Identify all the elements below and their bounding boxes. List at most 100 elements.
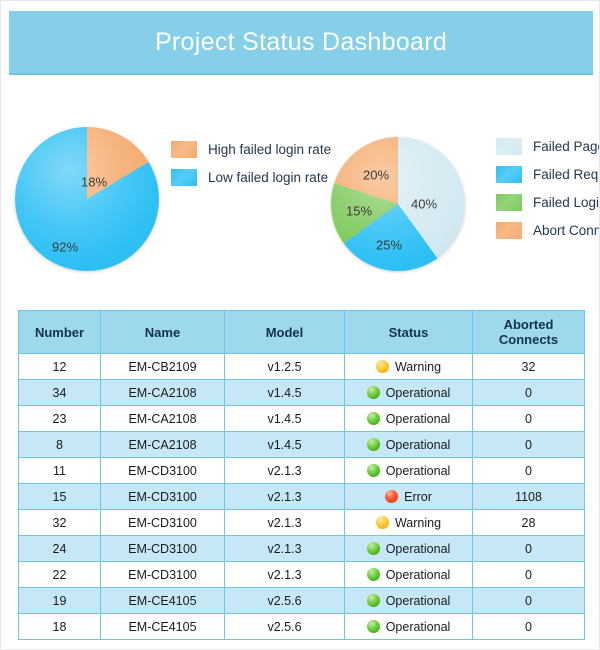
- status-label: Error: [404, 489, 432, 504]
- cell-status: Operational: [344, 431, 473, 458]
- pie-chart-1: [15, 127, 159, 271]
- legend-label: Failed Login: [533, 194, 600, 210]
- column-header-model[interactable]: Model: [224, 310, 345, 354]
- table-row[interactable]: 22 EM-CD3100 v2.1.3 Operational 0: [18, 561, 585, 588]
- cell-aborted-connects: 28: [472, 509, 585, 536]
- cell-status: Warning: [344, 509, 473, 536]
- cell-number: 18: [18, 613, 101, 640]
- cell-name: EM-CE4105: [100, 613, 225, 640]
- table-row[interactable]: 11 EM-CD3100 v2.1.3 Operational 0: [18, 457, 585, 484]
- cell-aborted-connects: 0: [472, 613, 585, 640]
- cell-status: Operational: [344, 379, 473, 406]
- cell-model: v2.5.6: [224, 613, 345, 640]
- table-row[interactable]: 23 EM-CA2108 v1.4.5 Operational 0: [18, 405, 585, 432]
- table-row[interactable]: 19 EM-CE4105 v2.5.6 Operational 0: [18, 587, 585, 614]
- legend-label: Failed Pages: [533, 138, 599, 154]
- status-label: Operational: [385, 541, 451, 556]
- status-indicator-icon: [366, 568, 380, 581]
- legend-item[interactable]: Abort Connects: [496, 216, 600, 244]
- cell-name: EM-CD3100: [100, 483, 225, 510]
- cell-status: Operational: [344, 535, 473, 562]
- pie-slice-label: 20%: [362, 167, 390, 183]
- cell-status: Operational: [344, 587, 473, 614]
- cell-aborted-connects: 0: [472, 457, 585, 484]
- cell-model: v2.1.3: [224, 509, 345, 536]
- cell-aborted-connects: 0: [472, 535, 585, 562]
- cell-model: v1.2.5: [224, 353, 345, 380]
- legend-swatch-icon: [496, 221, 522, 239]
- table-row[interactable]: 8 EM-CA2108 v1.4.5 Operational 0: [18, 431, 585, 458]
- column-header-number[interactable]: Number: [18, 310, 101, 354]
- cell-status: Operational: [344, 405, 473, 432]
- status-indicator-icon: [366, 464, 380, 477]
- cell-model: v2.1.3: [224, 483, 345, 510]
- status-label: Operational: [385, 567, 451, 582]
- cell-aborted-connects: 1108: [472, 483, 585, 510]
- column-header-aborted[interactable]: Aborted Connects: [472, 310, 585, 354]
- cell-number: 12: [18, 353, 101, 380]
- pie-slice-label: 18%: [80, 174, 108, 190]
- cell-aborted-connects: 32: [472, 353, 585, 380]
- table-header-row: Number Name Model Status Aborted Connect…: [18, 310, 585, 354]
- status-indicator-icon: [366, 542, 380, 555]
- column-header-status[interactable]: Status: [344, 310, 473, 354]
- cell-status: Operational: [344, 561, 473, 588]
- cell-name: EM-CD3100: [100, 509, 225, 536]
- legend-item[interactable]: Failed Pages: [496, 132, 599, 160]
- cell-model: v2.5.6: [224, 587, 345, 614]
- status-indicator-icon: [375, 516, 389, 529]
- legend-swatch-icon: [171, 168, 197, 186]
- cell-number: 19: [18, 587, 101, 614]
- cell-name: EM-CD3100: [100, 561, 225, 588]
- status-indicator-icon: [375, 360, 389, 373]
- cell-number: 32: [18, 509, 101, 536]
- legend-label: High failed login rate: [208, 141, 332, 157]
- legend-item[interactable]: Low failed login rate: [171, 163, 331, 191]
- table-row[interactable]: 24 EM-CD3100 v2.1.3 Operational 0: [18, 535, 585, 562]
- legend-item[interactable]: High failed login rate: [171, 135, 331, 163]
- status-indicator-icon: [366, 438, 380, 451]
- cell-model: v1.4.5: [224, 379, 345, 406]
- legend-swatch-icon: [496, 137, 522, 155]
- table-row[interactable]: 12 EM-CB2109 v1.2.5 Warning 32: [18, 353, 585, 380]
- status-indicator-icon: [385, 490, 399, 503]
- cell-status: Operational: [344, 457, 473, 484]
- table-body: 12 EM-CB2109 v1.2.5 Warning 32 34 EM-CA2108 v1.…: [18, 353, 585, 640]
- charts-section: 18% 92% High failed login rate Low faile…: [1, 111, 600, 291]
- status-indicator-icon: [366, 412, 380, 425]
- legend-item[interactable]: Failed Login: [496, 188, 600, 216]
- cell-name: EM-CD3100: [100, 535, 225, 562]
- cell-aborted-connects: 0: [472, 379, 585, 406]
- table-row[interactable]: 32 EM-CD3100 v2.1.3 Warning 28: [18, 509, 585, 536]
- status-label: Operational: [385, 463, 451, 478]
- failure-breakdown-chart: 40% 25% 15% 20%: [331, 137, 465, 271]
- legend-failed-login-rate: High failed login rate Low failed login …: [171, 135, 331, 191]
- table-row[interactable]: 15 EM-CD3100 v2.1.3 Error 1108: [18, 483, 585, 510]
- header-banner: Project Status Dashboard: [9, 11, 593, 75]
- cell-aborted-connects: 0: [472, 587, 585, 614]
- cell-number: 34: [18, 379, 101, 406]
- pie-slice-label: 25%: [375, 237, 403, 253]
- cell-model: v1.4.5: [224, 405, 345, 432]
- cell-name: EM-CB2109: [100, 353, 225, 380]
- status-table: Number Name Model Status Aborted Connect…: [18, 310, 585, 640]
- legend-label: Abort Connects: [533, 222, 600, 238]
- status-label: Operational: [385, 593, 451, 608]
- column-header-name[interactable]: Name: [100, 310, 225, 354]
- status-indicator-icon: [366, 594, 380, 607]
- status-indicator-icon: [366, 620, 380, 633]
- cell-status: Error: [344, 483, 473, 510]
- table-row[interactable]: 18 EM-CE4105 v2.5.6 Operational 0: [18, 613, 585, 640]
- status-label: Operational: [385, 411, 451, 426]
- pie-slice-label: 40%: [410, 196, 438, 212]
- cell-number: 23: [18, 405, 101, 432]
- status-label: Warning: [394, 515, 442, 530]
- legend-failure-breakdown: Failed Pages Failed Req Failed Login Abo…: [496, 132, 600, 244]
- table-row[interactable]: 34 EM-CA2108 v1.4.5 Operational 0: [18, 379, 585, 406]
- cell-number: 24: [18, 535, 101, 562]
- cell-model: v2.1.3: [224, 457, 345, 484]
- cell-model: v2.1.3: [224, 535, 345, 562]
- status-indicator-icon: [366, 386, 380, 399]
- legend-item[interactable]: Failed Req: [496, 160, 599, 188]
- cell-name: EM-CA2108: [100, 379, 225, 406]
